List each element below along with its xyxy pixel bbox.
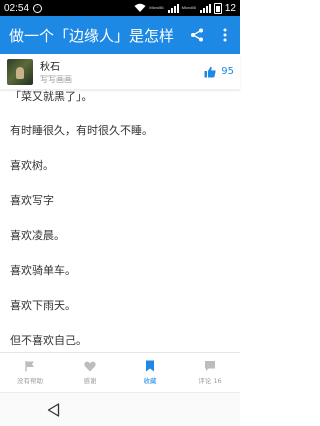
status-bar: 02:54 ◦ Micro56 Micro56 12 <box>0 0 240 16</box>
paragraph: 喜欢骑单车。 <box>10 264 76 277</box>
status-time: 02:54 <box>4 2 30 14</box>
paragraph: 有时睡很久，有时很久不睡。 <box>10 124 153 137</box>
paragraph: 喜欢下雨天。 <box>10 299 76 312</box>
signal-label-2: Micro56 <box>181 5 196 10</box>
answer-content: 「菜又就黑了」。 有时睡很久，有时很久不睡。 喜欢树。 喜欢写字 喜欢凌晨。 喜… <box>0 90 240 352</box>
thumbs-up-icon <box>204 66 216 77</box>
bookmark-icon <box>146 360 154 372</box>
favorite-label: 收藏 <box>143 377 157 385</box>
not-helpful-label: 没有帮助 <box>17 377 43 385</box>
author-name[interactable]: 秋石 <box>40 58 72 73</box>
vote-count: 95 <box>221 66 234 77</box>
paragraph: 「菜又就黑了」。 <box>10 90 93 103</box>
author-tagline: 写写画画 <box>40 75 72 84</box>
back-button[interactable] <box>45 402 61 418</box>
paragraph: 但不喜欢自己。 <box>10 334 87 347</box>
avatar[interactable] <box>7 58 33 85</box>
app-bar: 做一个「边缘人」是怎样 .. <box>0 16 240 54</box>
system-nav-bar <box>0 392 240 426</box>
status-right: Micro56 Micro56 12 <box>134 2 236 14</box>
signal-label-1: Micro56 <box>149 5 164 10</box>
share-icon <box>191 28 203 42</box>
comment-icon <box>205 361 215 371</box>
flag-icon <box>25 361 34 372</box>
notification-icon: ◦ <box>33 3 43 13</box>
back-triangle-icon <box>47 402 59 417</box>
signal-icon <box>167 3 179 13</box>
not-helpful-button[interactable]: 没有帮助 <box>0 353 60 392</box>
share-button[interactable] <box>188 26 206 44</box>
battery-level: 12 <box>224 2 236 14</box>
page-title: 做一个「边缘人」是怎样 .. <box>9 26 179 45</box>
more-button[interactable] <box>216 26 234 44</box>
bottom-action-bar: 没有帮助 感谢 收藏 评论 16 <box>0 352 240 392</box>
battery-icon <box>213 2 222 14</box>
heart-icon <box>84 361 96 371</box>
paragraph: 喜欢写字 <box>10 194 54 207</box>
more-vertical-icon <box>223 28 227 42</box>
paragraph: 喜欢树。 <box>10 159 54 172</box>
wifi-icon <box>134 3 146 12</box>
author-row[interactable]: 秋石 写写画画 95 <box>0 54 240 90</box>
signal-icon-2 <box>199 3 211 13</box>
vote-button[interactable]: 95 <box>204 66 234 78</box>
favorite-button[interactable]: 收藏 <box>120 353 180 392</box>
thanks-label: 感谢 <box>83 376 97 385</box>
paragraph: 喜欢凌晨。 <box>10 229 65 242</box>
comments-button[interactable]: 评论 16 <box>180 353 240 392</box>
comments-label: 评论 16 <box>198 377 222 385</box>
thanks-button[interactable]: 感谢 <box>60 353 120 392</box>
